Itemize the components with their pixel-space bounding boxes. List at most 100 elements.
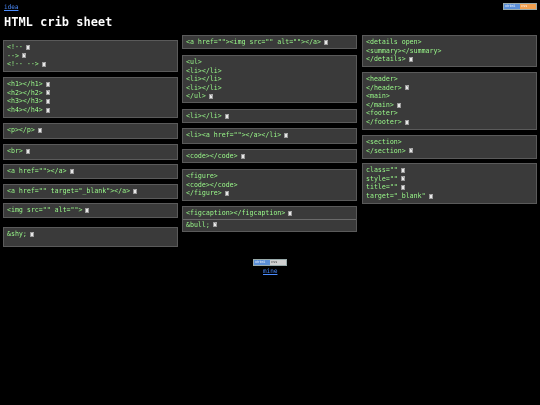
snippet-text: </ul> — [186, 92, 206, 101]
copy-icon[interactable] — [396, 102, 401, 108]
snippet-line: </header> — [366, 84, 533, 93]
snippet-text: <main> — [366, 92, 390, 101]
copy-icon[interactable] — [284, 132, 289, 138]
snippet-text: <!-- — [7, 43, 23, 51]
snippet-line: &bull; — [186, 221, 353, 230]
copy-icon[interactable] — [41, 61, 46, 67]
mine-link[interactable]: mine — [263, 268, 277, 275]
snippet-text: <li></li> — [186, 75, 222, 84]
snippet-line: <h3></h3> — [7, 97, 174, 106]
copy-icon[interactable] — [404, 119, 409, 125]
snippet-text: <code></code> — [186, 152, 238, 160]
copy-icon[interactable] — [21, 53, 26, 59]
snippet-box: <li></li> — [182, 109, 357, 123]
badge-right: css — [270, 260, 286, 265]
snippet-text: <br> — [7, 147, 23, 155]
copy-icon[interactable] — [85, 207, 90, 213]
copy-icon[interactable] — [428, 193, 433, 199]
copy-icon[interactable] — [400, 184, 405, 190]
snippet-text: </section> — [366, 146, 406, 155]
snippet-line: <figcaption></figcaption> — [186, 209, 353, 218]
snippet-text: <section> — [366, 138, 402, 146]
copy-icon[interactable] — [208, 94, 213, 100]
snippet-text: </main> — [366, 100, 394, 109]
snippet-text: </footer> — [366, 117, 402, 126]
snippet-line: <li></li> — [186, 75, 353, 84]
snippet-line: &shy; — [7, 230, 174, 239]
snippet-line: </section> — [366, 147, 533, 156]
copy-icon[interactable] — [240, 153, 245, 159]
copy-icon[interactable] — [408, 56, 413, 62]
snippet-text: <figcaption></figcaption> — [186, 209, 286, 217]
snippet-text: <a href=""><img src="" alt=""></a> — [186, 38, 321, 46]
snippet-box: <code></code> — [182, 149, 357, 163]
snippet-line: <ul> — [186, 58, 353, 67]
snippet-text: </header> — [366, 83, 402, 92]
snippet-text: <ul> — [186, 58, 202, 66]
snippet-text: &bull; — [186, 220, 210, 229]
snippet-line: </main> — [366, 101, 533, 110]
snippet-text: <header> — [366, 75, 398, 83]
snippet-line: <img src="" alt=""> — [7, 206, 174, 215]
copy-icon[interactable] — [224, 113, 229, 119]
snippet-text: <figure> — [186, 172, 218, 180]
snippet-line: <li></li> — [186, 112, 353, 121]
copy-icon[interactable] — [45, 107, 50, 113]
snippet-line: <code></code> — [186, 152, 353, 161]
snippet-text: <h4></h4> — [7, 105, 43, 114]
copy-icon[interactable] — [404, 85, 409, 91]
snippet-line: <code></code> — [186, 181, 353, 190]
snippet-text: <details open> — [366, 38, 422, 46]
copy-icon[interactable] — [25, 44, 30, 50]
snippet-line: <a href="" target="_blank"></a> — [7, 187, 174, 196]
snippet-text: <a href="" target="_blank"></a> — [7, 187, 131, 195]
snippet-box: <li><a href=""></a></li> — [182, 128, 357, 144]
snippet-box: &shy; — [3, 227, 178, 247]
snippet-box: <a href=""><img src="" alt=""></a> — [182, 35, 357, 49]
snippet-box: <!-- --> <!-- --> — [3, 40, 178, 72]
snippet-line: </figure> — [186, 189, 353, 198]
snippet-line: <!-- --> — [7, 60, 174, 69]
snippet-line: <li><a href=""></a></li> — [186, 131, 353, 140]
validator-badge-center[interactable]: xhtml css — [253, 259, 287, 266]
copy-icon[interactable] — [400, 176, 405, 182]
copy-icon[interactable] — [224, 190, 229, 196]
idea-link[interactable]: idea — [4, 4, 18, 11]
copy-icon[interactable] — [408, 148, 413, 154]
snippet-text: <h3></h3> — [7, 97, 43, 106]
snippet-text: </figure> — [186, 189, 222, 198]
copy-icon[interactable] — [37, 127, 42, 133]
snippet-text: target="_blank" — [366, 191, 426, 200]
copy-icon[interactable] — [133, 188, 138, 194]
copy-icon[interactable] — [69, 168, 74, 174]
copy-icon[interactable] — [288, 210, 293, 216]
copy-icon[interactable] — [45, 81, 50, 87]
snippet-box: <figcaption></figcaption> &bull; — [182, 206, 357, 232]
copy-icon[interactable] — [45, 98, 50, 104]
badge-left: xhtml — [254, 260, 270, 265]
snippet-box: <p></p> — [3, 123, 178, 139]
copy-icon[interactable] — [25, 148, 30, 154]
snippet-text: <p></p> — [7, 126, 35, 134]
page-title: HTML crib sheet — [4, 15, 113, 29]
snippet-box: <h1></h1> <h2></h2> <h3></h3> <h4></h4> — [3, 77, 178, 118]
badge-left: xhtml — [504, 4, 520, 9]
snippet-box: <a href="" target="_blank"></a> — [3, 184, 178, 199]
snippet-text: <summary></summary> — [366, 46, 442, 55]
copy-icon[interactable] — [45, 90, 50, 96]
copy-icon[interactable] — [212, 222, 217, 228]
snippet-text: <li></li> — [186, 66, 222, 75]
copy-icon[interactable] — [29, 231, 34, 237]
snippet-text: </details> — [366, 55, 406, 64]
snippet-line: <li></li> — [186, 67, 353, 76]
copy-icon[interactable] — [323, 39, 328, 45]
validator-badge[interactable]: xhtml css — [503, 3, 537, 10]
snippet-line: <h2></h2> — [7, 89, 174, 98]
snippet-line: <p></p> — [7, 126, 174, 135]
snippet-text: <li></li> — [186, 112, 222, 120]
snippet-box: <img src="" alt=""> — [3, 203, 178, 218]
snippet-line: <h1></h1> — [7, 80, 174, 89]
copy-icon[interactable] — [400, 167, 405, 173]
snippet-text: <img src="" alt=""> — [7, 206, 83, 214]
snippet-box: class="" style="" title="" target="_blank" — [362, 163, 537, 204]
